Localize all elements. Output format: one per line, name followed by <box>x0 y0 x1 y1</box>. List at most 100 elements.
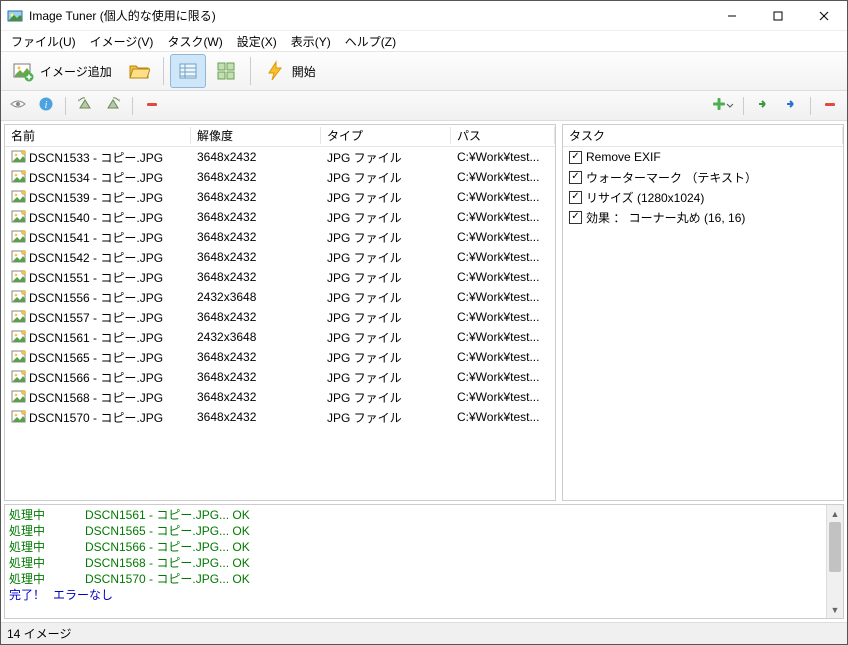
menu-image[interactable]: イメージ(V) <box>84 32 160 51</box>
file-rows[interactable]: DSCN1533 - コピー.JPG3648x2432JPG ファイルC:¥Wo… <box>5 147 555 500</box>
file-type: JPG ファイル <box>321 329 451 346</box>
menu-file[interactable]: ファイル(U) <box>5 32 82 51</box>
scroll-up-icon[interactable]: ▲ <box>827 505 843 522</box>
file-type: JPG ファイル <box>321 169 451 186</box>
plus-icon <box>712 97 726 114</box>
task-row[interactable]: ✓ウォーターマーク （テキスト） <box>563 167 843 187</box>
image-file-icon <box>11 169 27 185</box>
minus-icon <box>823 97 837 114</box>
scroll-track[interactable] <box>827 522 843 601</box>
image-file-icon <box>11 409 27 425</box>
file-path: C:¥Work¥test... <box>451 250 555 264</box>
file-type: JPG ファイル <box>321 229 451 246</box>
lightning-icon <box>264 60 286 82</box>
menu-task[interactable]: タスク(W) <box>161 32 228 51</box>
scroll-down-icon[interactable]: ▼ <box>827 601 843 618</box>
file-row[interactable]: DSCN1551 - コピー.JPG3648x2432JPG ファイルC:¥Wo… <box>5 267 555 287</box>
file-row[interactable]: DSCN1568 - コピー.JPG3648x2432JPG ファイルC:¥Wo… <box>5 387 555 407</box>
task-row[interactable]: ✓リサイズ (1280x1024) <box>563 187 843 207</box>
titlebar: Image Tuner (個人的な使用に限る) <box>1 1 847 31</box>
sub-separator <box>65 97 66 115</box>
task-rows[interactable]: ✓Remove EXIF✓ウォーターマーク （テキスト）✓リサイズ (1280x… <box>563 147 843 500</box>
remove-file-button[interactable] <box>139 94 165 118</box>
app-icon <box>7 8 23 24</box>
info-button[interactable]: i <box>33 94 59 118</box>
file-row[interactable]: DSCN1556 - コピー.JPG2432x3648JPG ファイルC:¥Wo… <box>5 287 555 307</box>
file-row[interactable]: DSCN1565 - コピー.JPG3648x2432JPG ファイルC:¥Wo… <box>5 347 555 367</box>
task-checkbox[interactable]: ✓ <box>569 171 582 184</box>
col-name[interactable]: 名前 <box>5 127 191 144</box>
file-type: JPG ファイル <box>321 289 451 306</box>
file-name: DSCN1542 - コピー.JPG <box>29 249 163 266</box>
task-label: 効果 ： コーナー丸め (16, 16) <box>586 209 745 226</box>
col-resolution[interactable]: 解像度 <box>191 127 321 144</box>
add-image-button[interactable]: イメージ追加 <box>5 54 119 88</box>
list-view-icon <box>177 60 199 82</box>
file-columns-header: 名前 解像度 タイプ パス <box>5 125 555 147</box>
file-path: C:¥Work¥test... <box>451 310 555 324</box>
file-row[interactable]: DSCN1541 - コピー.JPG3648x2432JPG ファイルC:¥Wo… <box>5 227 555 247</box>
arrow-right-blue-icon <box>784 97 798 114</box>
start-button[interactable]: 開始 <box>257 54 323 88</box>
file-resolution: 3648x2432 <box>191 370 321 384</box>
task-checkbox[interactable]: ✓ <box>569 211 582 224</box>
chevron-down-icon <box>726 99 736 113</box>
image-file-icon <box>11 329 27 345</box>
task-up-button[interactable] <box>750 94 776 118</box>
file-type: JPG ファイル <box>321 209 451 226</box>
file-row[interactable]: DSCN1570 - コピー.JPG3648x2432JPG ファイルC:¥Wo… <box>5 407 555 427</box>
task-down-button[interactable] <box>778 94 804 118</box>
col-path[interactable]: パス <box>451 127 555 144</box>
add-task-button[interactable] <box>711 94 737 118</box>
file-row[interactable]: DSCN1533 - コピー.JPG3648x2432JPG ファイルC:¥Wo… <box>5 147 555 167</box>
file-row[interactable]: DSCN1539 - コピー.JPG3648x2432JPG ファイルC:¥Wo… <box>5 187 555 207</box>
file-row[interactable]: DSCN1557 - コピー.JPG3648x2432JPG ファイルC:¥Wo… <box>5 307 555 327</box>
rotate-left-icon <box>77 96 93 115</box>
menu-view[interactable]: 表示(Y) <box>285 32 337 51</box>
col-type[interactable]: タイプ <box>321 127 451 144</box>
file-row[interactable]: DSCN1542 - コピー.JPG3648x2432JPG ファイルC:¥Wo… <box>5 247 555 267</box>
menu-settings[interactable]: 設定(X) <box>231 32 283 51</box>
start-label: 開始 <box>292 63 316 80</box>
menu-help[interactable]: ヘルプ(Z) <box>339 32 402 51</box>
file-row[interactable]: DSCN1561 - コピー.JPG2432x3648JPG ファイルC:¥Wo… <box>5 327 555 347</box>
rotate-right-icon <box>105 96 121 115</box>
log-message: DSCN1565 - コピー.JPG... OK <box>85 524 250 538</box>
view-list-button[interactable] <box>170 54 206 88</box>
close-button[interactable] <box>801 1 847 31</box>
col-task[interactable]: タスク <box>563 127 843 144</box>
file-path: C:¥Work¥test... <box>451 370 555 384</box>
file-row[interactable]: DSCN1534 - コピー.JPG3648x2432JPG ファイルC:¥Wo… <box>5 167 555 187</box>
image-file-icon <box>11 229 27 245</box>
image-file-icon <box>11 149 27 165</box>
task-checkbox[interactable]: ✓ <box>569 191 582 204</box>
file-list-pane: 名前 解像度 タイプ パス DSCN1533 - コピー.JPG3648x243… <box>4 124 556 501</box>
file-path: C:¥Work¥test... <box>451 330 555 344</box>
log-scrollbar[interactable]: ▲ ▼ <box>826 505 843 618</box>
file-name: DSCN1533 - コピー.JPG <box>29 149 163 166</box>
preview-button[interactable] <box>5 94 31 118</box>
file-row[interactable]: DSCN1566 - コピー.JPG3648x2432JPG ファイルC:¥Wo… <box>5 367 555 387</box>
file-row[interactable]: DSCN1540 - コピー.JPG3648x2432JPG ファイルC:¥Wo… <box>5 207 555 227</box>
task-row[interactable]: ✓Remove EXIF <box>563 147 843 167</box>
add-folder-button[interactable] <box>121 54 157 88</box>
log-text[interactable]: 処理中DSCN1561 - コピー.JPG... OK処理中DSCN1565 -… <box>5 505 826 618</box>
task-row[interactable]: ✓ 効果 ： コーナー丸め (16, 16) <box>563 207 843 227</box>
task-checkbox[interactable]: ✓ <box>569 151 582 164</box>
main-toolbar: イメージ追加 開始 <box>1 51 847 91</box>
sub-separator <box>743 97 744 115</box>
image-file-icon <box>11 289 27 305</box>
file-path: C:¥Work¥test... <box>451 410 555 424</box>
rotate-right-button[interactable] <box>100 94 126 118</box>
remove-task-button[interactable] <box>817 94 843 118</box>
minimize-button[interactable] <box>709 1 755 31</box>
file-resolution: 3648x2432 <box>191 350 321 364</box>
rotate-left-button[interactable] <box>72 94 98 118</box>
view-thumbs-button[interactable] <box>208 54 244 88</box>
maximize-button[interactable] <box>755 1 801 31</box>
scroll-thumb[interactable] <box>829 522 841 572</box>
log-message: DSCN1568 - コピー.JPG... OK <box>85 556 250 570</box>
image-file-icon <box>11 309 27 325</box>
file-type: JPG ファイル <box>321 409 451 426</box>
file-name: DSCN1551 - コピー.JPG <box>29 269 163 286</box>
